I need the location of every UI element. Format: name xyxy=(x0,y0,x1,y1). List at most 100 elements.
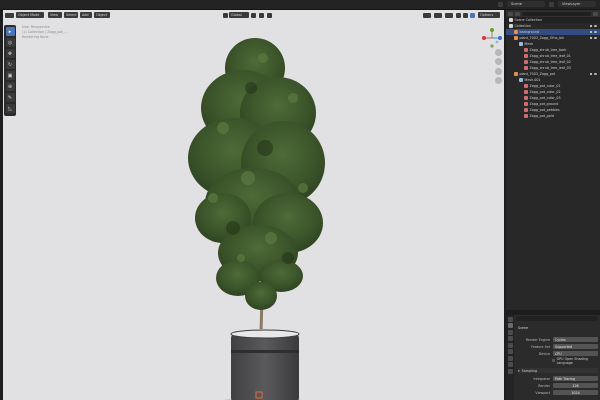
modifier-tab-icon[interactable] xyxy=(507,362,513,367)
integrator-dropdown[interactable]: Path Tracing xyxy=(553,376,598,381)
zoom-icon[interactable] xyxy=(495,49,502,56)
view-layer-selector[interactable]: ViewLayer xyxy=(558,1,596,7)
transform-orientation[interactable]: Global xyxy=(229,12,249,18)
cursor-tool-icon[interactable]: ◎ xyxy=(5,38,15,47)
select-tool-icon[interactable]: ▸ xyxy=(5,27,15,36)
viewport-samples-row: Viewport 1024 xyxy=(518,390,598,395)
outliner-item-label: Mesh.001 xyxy=(524,78,541,82)
osl-checkbox[interactable] xyxy=(552,359,555,362)
3d-viewport[interactable]: Object Mode View Select Add Object Globa… xyxy=(3,10,504,400)
outliner-item[interactable]: Zagg_pot_gold xyxy=(506,113,600,119)
outliner-item-icon xyxy=(524,66,528,70)
outliner-item-icon xyxy=(524,48,528,52)
measure-tool-icon[interactable]: ◺ xyxy=(5,104,15,113)
outliner-header xyxy=(506,10,600,17)
world-tab-icon[interactable] xyxy=(507,349,513,354)
outliner-editor-icon[interactable] xyxy=(508,11,513,16)
device-row: Device CPU xyxy=(518,351,598,356)
feature-set-dropdown[interactable]: Supported xyxy=(553,344,598,349)
render-samples-field[interactable]: 128 xyxy=(553,383,598,388)
material-tab-icon[interactable] xyxy=(507,368,513,374)
rotate-tool-icon[interactable]: ↻ xyxy=(5,60,15,69)
scene-collection-icon xyxy=(509,18,513,22)
menu-select[interactable]: Select xyxy=(64,12,78,18)
outliner-item-label: Zagg_pot_color_03 xyxy=(529,96,561,100)
menu-view[interactable]: View xyxy=(48,12,62,18)
outliner-item-icon xyxy=(519,78,523,82)
object-tab-icon[interactable] xyxy=(507,355,513,361)
scene-tab-icon[interactable] xyxy=(507,342,513,348)
outliner-item-label: Zagg_shrub_tree_leaf_03 xyxy=(529,66,571,70)
camera-icon[interactable] xyxy=(589,72,592,76)
eye-icon[interactable] xyxy=(594,30,597,34)
properties-search[interactable] xyxy=(516,316,598,321)
camera-icon[interactable] xyxy=(589,36,592,40)
options-dropdown[interactable]: Options xyxy=(478,12,500,18)
pan-icon[interactable] xyxy=(495,58,502,65)
outliner-item-icon xyxy=(524,54,528,58)
navigation-gizmo[interactable] xyxy=(479,27,504,65)
outliner-item-icon xyxy=(514,72,518,76)
render-tab-icon[interactable] xyxy=(507,323,513,328)
filter-icon[interactable] xyxy=(593,11,598,16)
view-layer-tab-icon[interactable] xyxy=(507,336,513,341)
menu-add[interactable]: Add xyxy=(80,12,92,18)
axis-gizmo-icon[interactable] xyxy=(479,27,504,49)
solid-shading-icon[interactable] xyxy=(463,13,468,18)
eye-icon[interactable] xyxy=(594,24,597,28)
editor-type-icon[interactable] xyxy=(5,13,14,18)
output-tab-icon[interactable] xyxy=(507,329,513,335)
render-samples-row: Render 128 xyxy=(518,383,598,388)
eye-icon[interactable] xyxy=(594,36,597,40)
osl-checkbox-row[interactable]: GPU Open Shading Language xyxy=(552,357,598,365)
rendered-shading-icon[interactable] xyxy=(470,13,475,18)
annotate-tool-icon[interactable]: ✎ xyxy=(5,93,15,102)
outliner-item-icon xyxy=(514,30,518,34)
view-layer-icon xyxy=(549,1,554,7)
display-mode-icon[interactable] xyxy=(515,11,520,16)
pivot-icon[interactable] xyxy=(251,13,256,18)
proportional-edit-icon[interactable] xyxy=(267,13,272,18)
viewport-samples-field[interactable]: 1024 xyxy=(553,390,598,395)
camera-icon[interactable] xyxy=(589,24,592,28)
overlays-icon[interactable] xyxy=(445,13,453,18)
mode-selector[interactable]: Object Mode xyxy=(16,12,44,18)
render-engine-row: Render Engine Cycles xyxy=(518,337,598,342)
camera-icon[interactable] xyxy=(589,30,592,34)
move-tool-icon[interactable]: ✥ xyxy=(5,49,15,58)
outliner-item-label: background xyxy=(519,30,540,34)
sampling-title: Sampling xyxy=(521,368,538,373)
device-dropdown[interactable]: CPU xyxy=(553,351,598,356)
top-bar: Scene ViewLayer xyxy=(0,0,600,10)
visibility-icon[interactable] xyxy=(423,13,431,18)
scale-tool-icon[interactable]: ▣ xyxy=(5,71,15,80)
transform-tool-icon[interactable]: ⊕ xyxy=(5,82,15,91)
outliner-item-label: Collection xyxy=(514,24,531,28)
outliner-item-icon xyxy=(524,96,528,100)
outliner-item-label: Zagg_shrub_tree_leaf_01 xyxy=(529,54,571,58)
menu-object[interactable]: Object xyxy=(94,12,110,18)
outliner-panel: Scene Collection Collection background pla… xyxy=(506,10,600,310)
scene-collection-label: Scene Collection xyxy=(514,18,542,22)
gizmo-toggle-icon[interactable] xyxy=(434,13,442,18)
feature-set-row: Feature Set Supported xyxy=(518,344,598,349)
scene-selector[interactable]: Scene xyxy=(507,1,545,7)
render-engine-label: Render Engine xyxy=(525,337,550,342)
render-engine-dropdown[interactable]: Cycles xyxy=(553,337,598,342)
camera-view-icon[interactable] xyxy=(495,68,502,75)
outliner-item-label: Zagg_shrub_tree_leaf_02 xyxy=(529,60,571,64)
perspective-toggle-icon[interactable] xyxy=(495,77,502,84)
xray-icon[interactable] xyxy=(456,13,461,18)
tool-shelf: ▸ ◎ ✥ ↻ ▣ ⊕ ✎ ◺ xyxy=(4,25,16,116)
properties-tabs xyxy=(506,315,514,400)
outliner-search-field[interactable] xyxy=(522,11,591,16)
eye-icon[interactable] xyxy=(594,72,597,76)
orientation-icon[interactable] xyxy=(223,13,228,18)
outliner-item-label: plant_7003_Zagg_Ofno_bik xyxy=(519,36,565,40)
render-status: Rendering Done xyxy=(22,35,49,39)
snap-icon[interactable] xyxy=(259,13,264,18)
tool-tab-icon[interactable] xyxy=(507,316,513,322)
scene-section-header: Scene xyxy=(518,325,598,330)
outliner-item-icon xyxy=(519,42,523,46)
sampling-section-header[interactable]: ▾ Sampling xyxy=(518,368,598,373)
